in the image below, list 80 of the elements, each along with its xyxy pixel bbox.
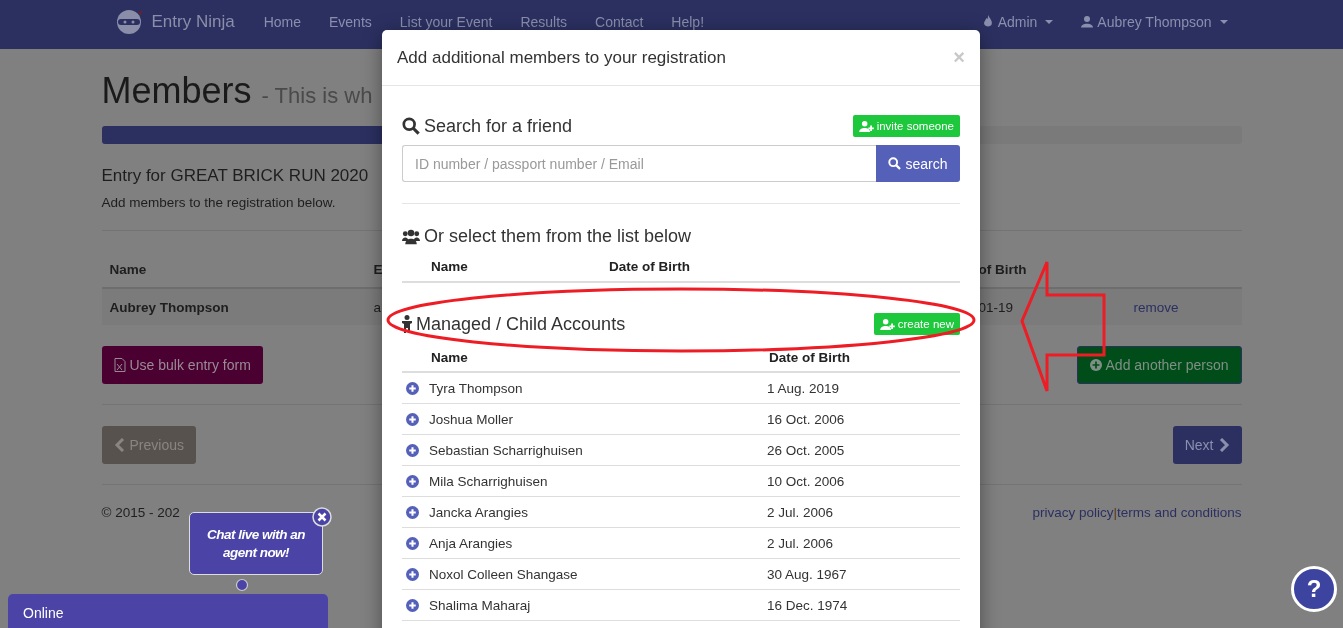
section-heading: Or select them from the list below bbox=[424, 226, 692, 247]
member-name: Anja Arangies bbox=[429, 535, 514, 551]
ninja-logo-icon bbox=[115, 8, 142, 35]
user-menu[interactable]: Aubrey Thompson bbox=[1067, 14, 1242, 29]
member-name: Jancka Arangies bbox=[429, 504, 530, 520]
brand-link[interactable]: Entry Ninja bbox=[115, 8, 235, 35]
page-title: Members bbox=[101, 70, 252, 111]
terms-link[interactable]: terms and conditions bbox=[1116, 505, 1242, 520]
birth-date: 10 Oct. 2006 bbox=[767, 473, 845, 489]
nav-link[interactable]: Help! bbox=[657, 14, 719, 29]
member-name: Sebastian Scharrighuisen bbox=[429, 442, 584, 458]
column-header: Name bbox=[109, 261, 147, 277]
birth-date: 16 Oct. 2006 bbox=[767, 411, 845, 427]
column-header: Name bbox=[431, 349, 469, 365]
birth-date: 1 Aug. 2019 bbox=[767, 380, 840, 396]
table-cell: Aubrey Thompson bbox=[109, 299, 229, 315]
column-header: E bbox=[373, 261, 383, 277]
chat-prompt: Chat live with an agent now! bbox=[206, 525, 306, 562]
chat-bubble[interactable]: Chat live with an agent now! bbox=[189, 512, 323, 575]
member-name: Tyra Thompson bbox=[429, 380, 524, 396]
bubble-tail-icon bbox=[235, 578, 249, 592]
add-icon[interactable] bbox=[406, 567, 419, 581]
modal-title: Add additional members to your registration bbox=[397, 47, 726, 68]
member-name: Shalima Maharaj bbox=[429, 597, 532, 613]
instructions-text: Add members to the registration below. bbox=[101, 195, 337, 210]
search-icon bbox=[888, 157, 902, 170]
section-heading: Managed / Child Accounts bbox=[416, 313, 626, 335]
add-user-icon bbox=[858, 120, 874, 132]
bulk-entry-button[interactable]: Use bulk entry form bbox=[101, 346, 263, 384]
birth-date: 2 Jul. 2006 bbox=[767, 535, 834, 551]
entry-title: Entry for GREAT BRICK RUN 2020 bbox=[101, 166, 370, 186]
link-separator: | bbox=[1113, 505, 1117, 520]
birth-date: 26 Oct. 2005 bbox=[767, 442, 845, 458]
search-button[interactable]: search bbox=[876, 145, 960, 182]
remove-link[interactable]: remove bbox=[1078, 299, 1234, 315]
birth-date: 16 Dec. 1974 bbox=[767, 597, 848, 613]
invite-button[interactable]: invite someone bbox=[852, 115, 960, 137]
member-name: Noxol Colleen Shangase bbox=[429, 566, 579, 582]
chevron-left-icon bbox=[113, 438, 126, 452]
member-name: Joshua Moller bbox=[429, 411, 515, 427]
column-header: Name bbox=[431, 258, 469, 274]
add-icon[interactable] bbox=[406, 598, 419, 612]
add-icon[interactable] bbox=[406, 505, 419, 519]
admin-menu[interactable]: Admin bbox=[967, 14, 1068, 29]
member-name: Mila Scharrighuisen bbox=[429, 473, 549, 489]
search-icon bbox=[402, 117, 420, 135]
chat-status: Online bbox=[23, 605, 64, 621]
nav-link[interactable]: Results bbox=[506, 14, 582, 29]
chevron-right-icon bbox=[1217, 438, 1230, 452]
file-icon bbox=[113, 358, 126, 372]
column-header: Date of Birth bbox=[609, 258, 690, 274]
help-button[interactable]: ? bbox=[1291, 566, 1337, 612]
add-icon[interactable] bbox=[406, 443, 419, 457]
nav-link[interactable]: Events bbox=[315, 14, 386, 29]
user-icon bbox=[1081, 15, 1094, 28]
create-new-button[interactable]: create new bbox=[873, 313, 960, 335]
add-icon[interactable] bbox=[406, 412, 419, 426]
birth-date: 30 Aug. 1967 bbox=[767, 566, 847, 582]
next-button[interactable]: Next bbox=[1172, 426, 1242, 464]
birth-date: 2 Jul. 2006 bbox=[767, 504, 834, 520]
table-cell: a bbox=[373, 299, 381, 315]
column-header: Date of Birth bbox=[769, 349, 850, 365]
section-heading: Search for a friend bbox=[424, 115, 573, 137]
add-icon[interactable] bbox=[406, 474, 419, 488]
chat-status-bar[interactable]: Online bbox=[8, 594, 328, 628]
add-person-button[interactable]: Add another person bbox=[1076, 346, 1242, 384]
privacy-link[interactable]: privacy policy bbox=[1032, 505, 1114, 520]
nav-link[interactable]: Contact bbox=[581, 14, 658, 29]
copyright-text: © 2015 - 202 bbox=[101, 505, 180, 520]
plus-circle-icon bbox=[1089, 358, 1102, 372]
child-icon bbox=[402, 315, 412, 333]
add-icon[interactable] bbox=[406, 381, 419, 395]
search-field[interactable]: ID number / passport number / Email bbox=[402, 145, 876, 182]
nav-link[interactable]: List your Event bbox=[385, 14, 507, 29]
close-icon[interactable] bbox=[312, 507, 332, 527]
group-icon bbox=[402, 227, 420, 246]
add-user-icon bbox=[879, 318, 895, 330]
nav-link[interactable]: Home bbox=[249, 14, 315, 29]
flame-icon bbox=[981, 15, 994, 28]
add-icon[interactable] bbox=[406, 536, 419, 550]
